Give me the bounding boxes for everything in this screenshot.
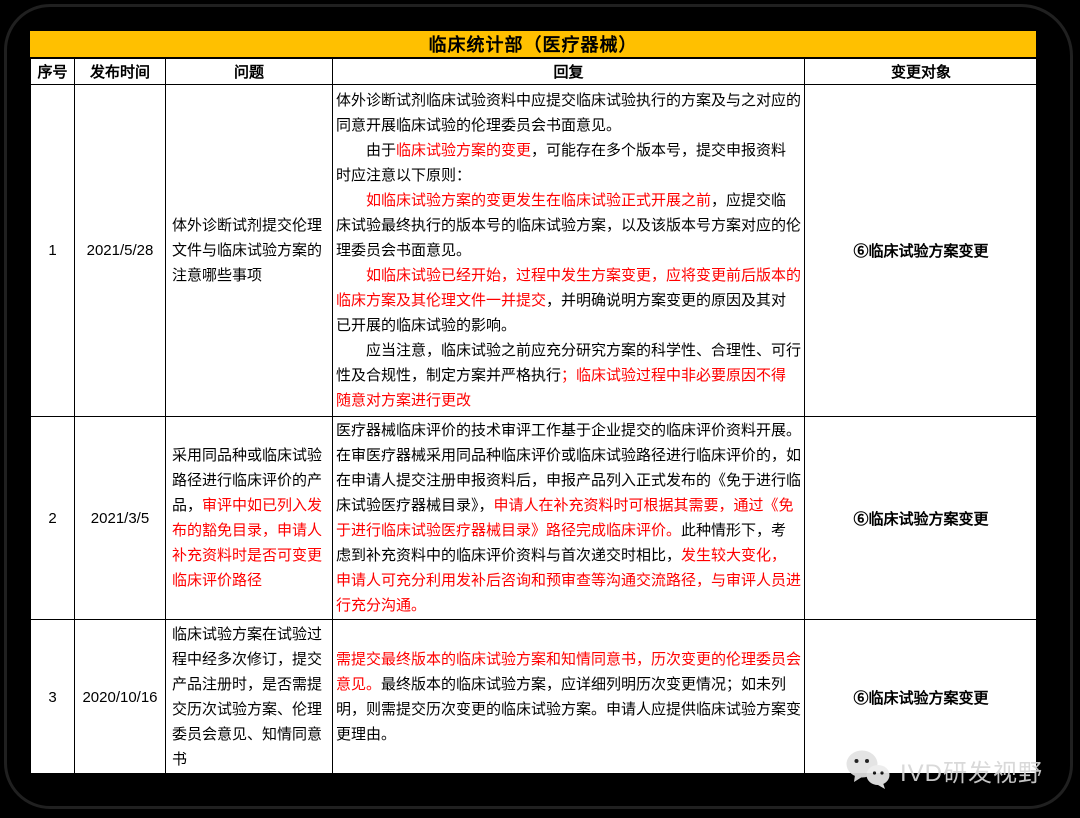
table-row: 22021/3/5采用同品种或临床试验路径进行临床评价的产品，审评中如已列入发布… bbox=[31, 417, 1038, 620]
table-title: 临床统计部（医疗器械） bbox=[30, 31, 1036, 58]
reply-paragraph: 由于临床试验方案的变更，可能存在多个版本号，提交申报资料时应注意以下原则： bbox=[336, 138, 801, 188]
spreadsheet-card: 临床统计部（医疗器械） 序号发布时间问题回复变更对象 12021/5/28体外诊… bbox=[29, 30, 1037, 774]
cell-publish-date: 2021/5/28 bbox=[75, 85, 166, 417]
table-header-row: 序号发布时间问题回复变更对象 bbox=[31, 59, 1038, 85]
cell-change-target: ⑥临床试验方案变更 bbox=[805, 85, 1038, 417]
cell-reply: 体外诊断试剂临床试验资料中应提交临床试验执行的方案及与之对应的同意开展临床试验的… bbox=[333, 85, 805, 417]
wechat-icon bbox=[845, 749, 891, 791]
text-segment: 最终版本的临床试验方案，应详细列明历次变更情况；如未列明，则需提交历次变更的临床… bbox=[336, 676, 801, 743]
column-header-0: 序号 bbox=[31, 59, 75, 85]
text-segment: 临床试验方案在试验过程中经多次修订，提交产品注册时，是否需提交历次试验方案、伦理… bbox=[172, 626, 322, 768]
reply-paragraph: 如临床试验方案的变更发生在临床试验正式开展之前，应提交临床试验最终执行的版本号的… bbox=[336, 188, 801, 263]
watermark-label: IVD研发视野 bbox=[900, 753, 1043, 788]
reply-text: 医疗器械临床评价的技术审评工作基于企业提交的临床评价资料开展。在审医疗器械采用同… bbox=[336, 418, 801, 618]
column-header-1: 发布时间 bbox=[75, 59, 166, 85]
column-header-4: 变更对象 bbox=[805, 59, 1038, 85]
cell-reply: 需提交最终版本的临床试验方案和知情同意书，历次变更的伦理委员会意见。最终版本的临… bbox=[333, 620, 805, 775]
reply-paragraph: 医疗器械临床评价的技术审评工作基于企业提交的临床评价资料开展。在审医疗器械采用同… bbox=[336, 418, 801, 618]
cell-change-target: ⑥临床试验方案变更 bbox=[805, 417, 1038, 620]
column-header-2: 问题 bbox=[166, 59, 333, 85]
cell-publish-date: 2021/3/5 bbox=[75, 417, 166, 620]
text-segment: 体外诊断试剂临床试验资料中应提交临床试验执行的方案及与之对应的同意开展临床试验的… bbox=[336, 92, 801, 134]
cell-row-number: 3 bbox=[31, 620, 75, 775]
text-segment: 临床试验方案的变更 bbox=[396, 142, 531, 159]
cell-row-number: 1 bbox=[31, 85, 75, 417]
cell-row-number: 2 bbox=[31, 417, 75, 620]
text-segment: 体外诊断试剂提交伦理文件与临床试验方案的注意哪些事项 bbox=[172, 217, 322, 284]
cell-publish-date: 2020/10/16 bbox=[75, 620, 166, 775]
cell-question: 采用同品种或临床试验路径进行临床评价的产品，审评中如已列入发布的豁免目录，申请人… bbox=[166, 417, 333, 620]
reply-paragraph: 应当注意，临床试验之前应充分研究方案的科学性、合理性、可行性及合规性，制定方案并… bbox=[336, 338, 801, 413]
cell-reply: 医疗器械临床评价的技术审评工作基于企业提交的临床评价资料开展。在审医疗器械采用同… bbox=[333, 417, 805, 620]
window-frame: 临床统计部（医疗器械） 序号发布时间问题回复变更对象 12021/5/28体外诊… bbox=[4, 4, 1073, 809]
reply-paragraph: 需提交最终版本的临床试验方案和知情同意书，历次变更的伦理委员会意见。最终版本的临… bbox=[336, 647, 801, 747]
text-segment: 由于 bbox=[366, 142, 396, 159]
reply-paragraph: 如临床试验已经开始，过程中发生方案变更，应将变更前后版本的临床方案及其伦理文件一… bbox=[336, 263, 801, 338]
table-row: 12021/5/28体外诊断试剂提交伦理文件与临床试验方案的注意哪些事项 体外诊断… bbox=[31, 85, 1038, 417]
reply-paragraph: 体外诊断试剂临床试验资料中应提交临床试验执行的方案及与之对应的同意开展临床试验的… bbox=[336, 88, 801, 138]
cell-question: 临床试验方案在试验过程中经多次修订，提交产品注册时，是否需提交历次试验方案、伦理… bbox=[166, 620, 333, 775]
cell-question: 体外诊断试剂提交伦理文件与临床试验方案的注意哪些事项 bbox=[166, 85, 333, 417]
text-segment: 如临床试验方案的变更发生在临床试验正式开展之前 bbox=[366, 192, 711, 209]
qa-table: 序号发布时间问题回复变更对象 12021/5/28体外诊断试剂提交伦理文件与临床… bbox=[30, 58, 1038, 775]
reply-text: 需提交最终版本的临床试验方案和知情同意书，历次变更的伦理委员会意见。最终版本的临… bbox=[336, 647, 801, 747]
watermark: IVD研发视野 bbox=[845, 749, 1043, 791]
column-header-3: 回复 bbox=[333, 59, 805, 85]
reply-text: 体外诊断试剂临床试验资料中应提交临床试验执行的方案及与之对应的同意开展临床试验的… bbox=[336, 88, 801, 413]
